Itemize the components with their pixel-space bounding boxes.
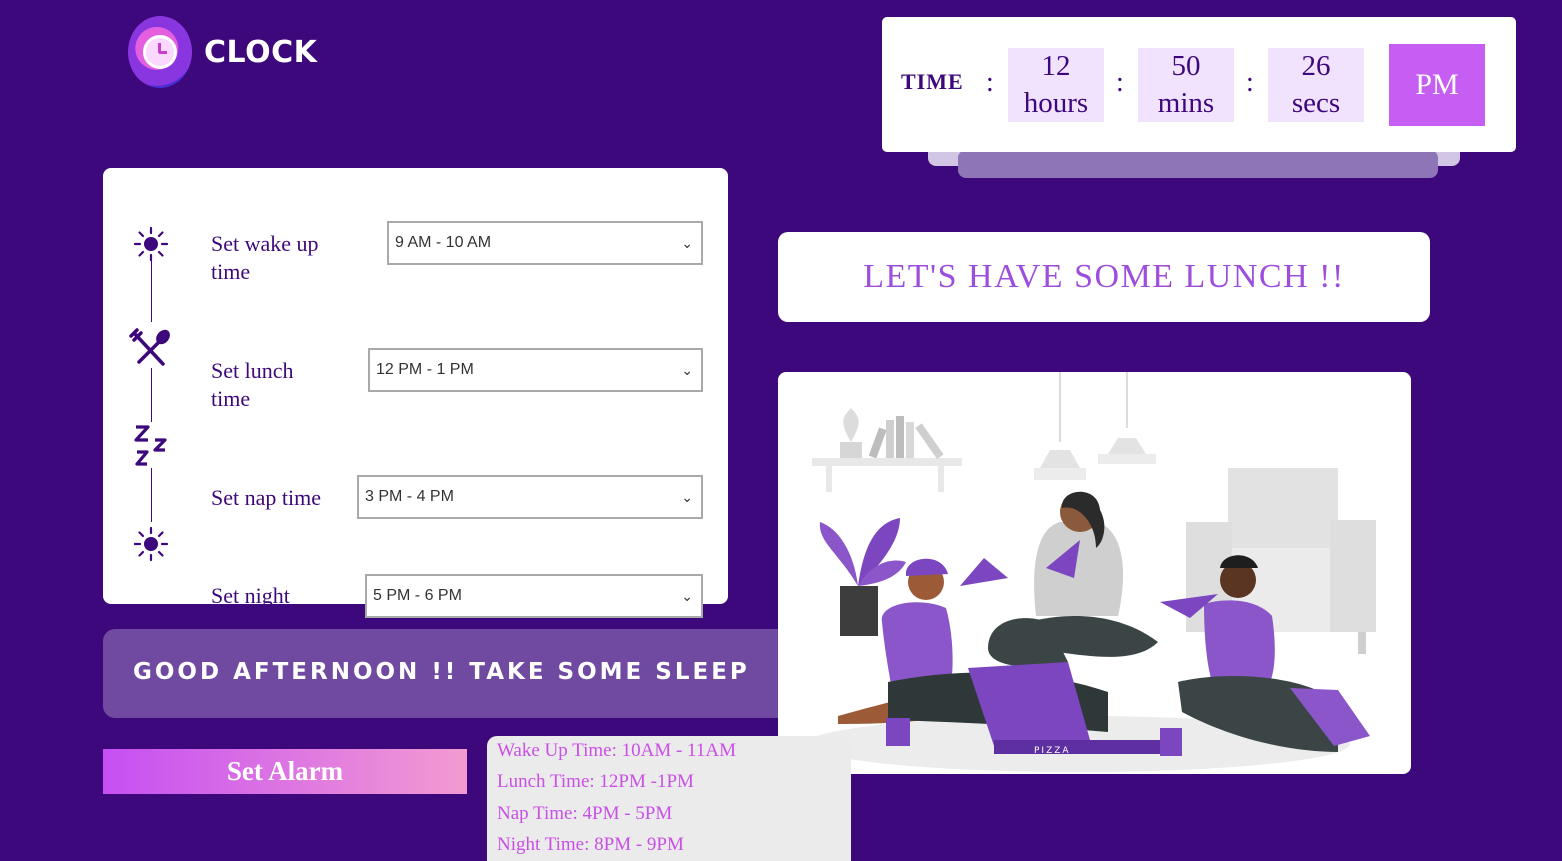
- illustration-card: PIZZA: [778, 372, 1411, 774]
- secs-value: 26: [1301, 50, 1331, 82]
- summary-lunch: Lunch Time: 12PM -1PM: [497, 771, 694, 792]
- lunch-illustration: PIZZA: [806, 372, 1376, 772]
- summary-night: Night Time: 8PM - 9PM: [497, 834, 684, 855]
- nap-label: Set nap time: [211, 485, 321, 510]
- clock-icon: [128, 16, 192, 88]
- chevron-down-icon: ⌄: [681, 362, 693, 378]
- timeline-connector: [151, 258, 152, 322]
- ampm-indicator: PM: [1389, 44, 1485, 126]
- time-card-shadow-back: [958, 150, 1438, 178]
- hours-unit: hours: [1023, 87, 1089, 119]
- wake-up-label: Set wake up time: [211, 231, 319, 284]
- chevron-down-icon: ⌄: [681, 588, 693, 604]
- night-label: Set night: [211, 583, 290, 604]
- time-separator: :: [1246, 67, 1254, 98]
- chevron-down-icon: ⌄: [681, 235, 693, 251]
- summary-wake-up: Wake Up Time: 10AM - 11AM: [497, 740, 736, 761]
- schedule-summary: Wake Up Time: 10AM - 11AM Lunch Time: 12…: [487, 736, 851, 861]
- summary-nap: Nap Time: 4PM - 5PM: [497, 803, 673, 824]
- hours-value: 12: [1041, 50, 1071, 82]
- greeting-text: GOOD AFTERNOON !! TAKE SOME SLEEP: [133, 659, 750, 685]
- timeline-connector: [151, 468, 152, 522]
- night-select[interactable]: 5 PM - 6 PM ⌄: [365, 574, 703, 618]
- mins-value: 50: [1171, 50, 1201, 82]
- pizza-box-label: PIZZA: [1034, 746, 1071, 756]
- hours-box: 12 hours: [1008, 48, 1104, 122]
- schedule-settings-card: Set wake up time 9 AM - 10 AM ⌄ Set lunch t…: [103, 168, 728, 604]
- lunch-label: Set lunch time: [211, 358, 294, 411]
- app-logo: CLOCK: [128, 16, 317, 88]
- set-alarm-button[interactable]: Set Alarm: [103, 749, 467, 794]
- time-separator: :: [1116, 67, 1124, 98]
- secs-box: 26 secs: [1268, 48, 1364, 122]
- time-display-card: TIME : 12 hours : 50 mins : 26 secs PM: [882, 17, 1516, 152]
- mins-box: 50 mins: [1138, 48, 1234, 122]
- chevron-down-icon: ⌄: [681, 489, 693, 505]
- activity-banner: LET'S HAVE SOME LUNCH !!: [778, 232, 1430, 322]
- logo-text: CLOCK: [204, 34, 318, 70]
- time-label: TIME: [901, 69, 964, 94]
- timeline-connector: [151, 368, 152, 422]
- wake-up-select[interactable]: 9 AM - 10 AM ⌄: [387, 221, 703, 265]
- secs-unit: secs: [1291, 87, 1341, 119]
- time-separator: :: [986, 67, 994, 98]
- sun-icon: [133, 226, 169, 262]
- sun-icon: [133, 526, 169, 562]
- nap-select[interactable]: 3 PM - 4 PM ⌄: [357, 475, 703, 519]
- sleep-zzz-icon: [134, 425, 167, 466]
- fork-spoon-icon: [129, 328, 170, 366]
- activity-text: LET'S HAVE SOME LUNCH !!: [863, 258, 1345, 295]
- lunch-select[interactable]: 12 PM - 1 PM ⌄: [368, 348, 703, 392]
- mins-unit: mins: [1157, 87, 1215, 119]
- greeting-banner: GOOD AFTERNOON !! TAKE SOME SLEEP: [103, 629, 803, 718]
